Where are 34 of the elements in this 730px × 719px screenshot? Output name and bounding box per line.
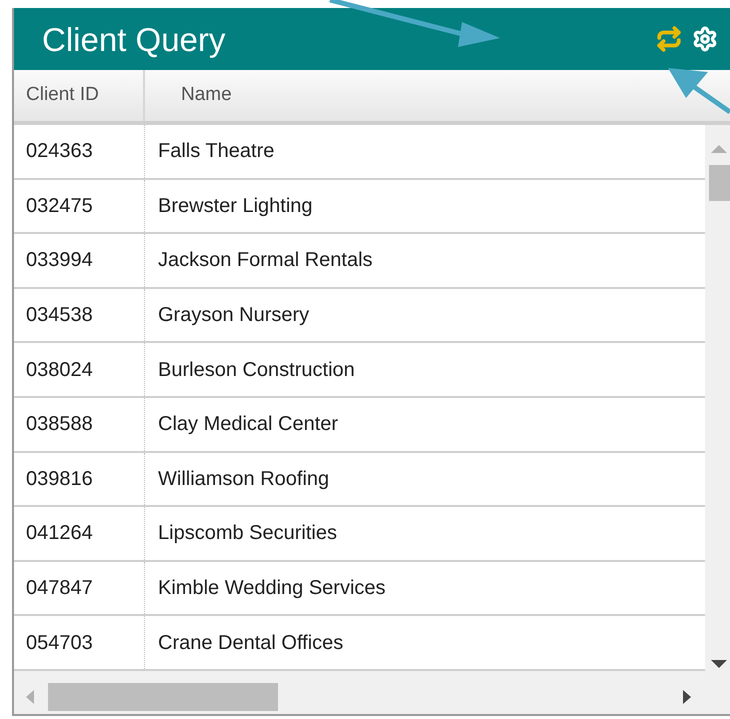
table-cell: 034538 [14,288,145,342]
scroll-left-icon[interactable] [26,690,34,704]
table-cell: 038588 [14,398,145,451]
table-cell: 054703 [14,616,145,669]
scroll-right-icon[interactable] [683,690,691,704]
refresh-button[interactable] [656,26,682,52]
scroll-up-icon[interactable] [711,145,727,153]
table-cell-text: Williamson Roofing [157,466,330,492]
table-cell: 033994 [14,234,145,287]
table-cell: 039816 [14,452,145,506]
table-cell-text: Clay Medical Center [157,412,340,438]
column-header[interactable]: Name [145,70,730,121]
table-cell-text: Brewster Lighting [157,194,314,219]
table-cell-text: Crane Dental Offices [157,630,344,656]
settings-button[interactable] [692,26,718,52]
table-cell-text: Burleson Construction [157,358,356,383]
table-cell: 024363 [14,125,145,178]
table-cell-text: Lipscomb Securities [157,521,338,546]
window-title: Client Query [42,22,226,56]
table-cell: 032475 [14,180,145,232]
scrollbar-thumb[interactable] [48,683,278,711]
table-cell-text: Grayson Nursery [157,303,310,328]
table-cell-text: Kimble Wedding Services [157,576,387,602]
scroll-down-icon[interactable] [711,660,727,668]
table-cell: 038024 [14,343,145,396]
callout-arrow [668,68,730,114]
refresh-icon [656,26,682,52]
table-cell-text: Jackson Formal Rentals [157,248,374,274]
table-cell: 047847 [14,562,145,614]
settings-icon [692,26,718,52]
column-header[interactable]: Client ID [14,70,145,121]
table-cell-text: Falls Theatre [157,139,276,164]
scrollbar-thumb[interactable] [709,165,730,201]
table-cell: 041264 [14,507,145,560]
